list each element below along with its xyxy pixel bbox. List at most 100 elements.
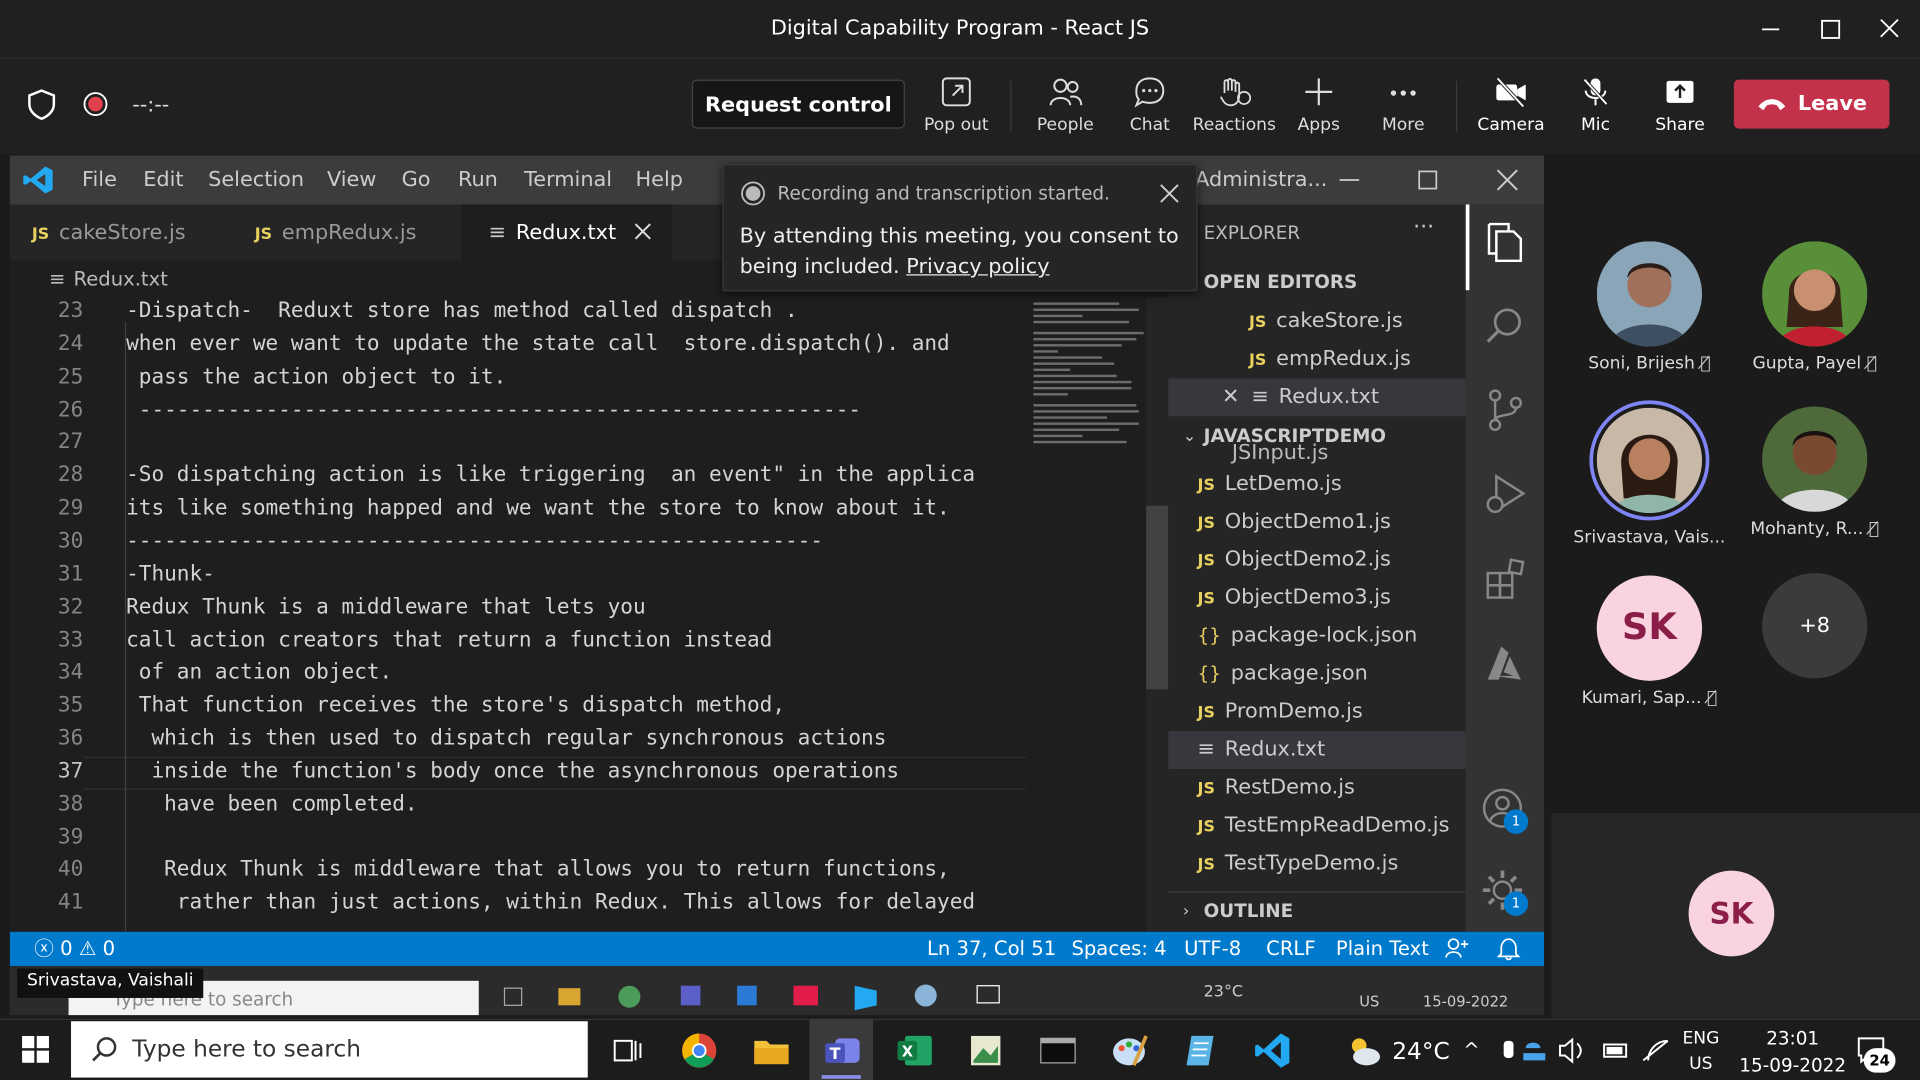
participant-tile[interactable]: Mohanty, R... 🎙̸ [1735,406,1894,539]
code-line[interactable]: That function receives the store's dispa… [126,693,785,717]
apps-button[interactable]: Apps [1276,71,1362,144]
editor-scrollbar[interactable] [1146,297,1169,932]
leave-button[interactable]: Leave [1733,79,1890,129]
file-item[interactable]: JS ObjectDemo2.js [1168,541,1466,579]
breadcrumb-file[interactable]: Redux.txt [73,267,167,290]
minimize-button[interactable] [1752,12,1789,46]
source-control-icon[interactable] [1485,388,1524,432]
mic-button[interactable]: Mic [1553,71,1639,144]
code-line[interactable]: -Thunk- [126,562,215,586]
problems-status[interactable]: ⓧ 0 ⚠ 0 [34,932,115,966]
file-item[interactable]: ≡ Redux.txt [1168,731,1466,769]
reactions-button[interactable]: Reactions [1191,71,1277,144]
participant-tile-speaking[interactable]: Srivastava, Vais... [1570,400,1729,547]
participant-tile[interactable]: Soni, Brijesh 🎙̸ [1570,241,1729,373]
open-editors-header[interactable]: OPEN EDITORS [1204,271,1358,293]
code-line[interactable]: rather than just actions, within Redux. … [126,891,975,915]
code-line[interactable]: -Dispatch- Reduxt store has method calle… [126,299,798,323]
open-editor-item[interactable]: JS cakeStore.js [1168,302,1466,340]
shield-icon[interactable] [27,88,56,121]
code-line[interactable]: have been completed. [126,792,417,816]
more-participants-button[interactable]: +8 [1735,573,1894,686]
menu-file[interactable]: File [82,168,117,192]
file-item[interactable]: JS ObjectDemo3.js [1168,579,1466,617]
camera-button[interactable]: Camera [1468,71,1554,144]
chrome-icon[interactable] [680,1031,719,1070]
cursor-position[interactable]: Ln 37, Col 51 [927,932,1056,966]
vscode-minimize-button[interactable] [1335,165,1364,194]
close-button[interactable] [1871,12,1908,46]
language-status[interactable]: Plain Text [1336,932,1429,966]
code-line[interactable]: inside the function's body once the asyn… [126,759,899,783]
file-item[interactable]: JS ObjectDemo1.js [1168,503,1466,541]
menu-selection[interactable]: Selection [208,168,304,192]
azure-icon[interactable] [1484,643,1526,685]
scrollbar-thumb[interactable] [1146,505,1169,690]
file-item[interactable]: JS PromDemo.js [1168,693,1466,731]
participant-tile[interactable]: SK Kumari, Sap... 🎙̸ [1570,575,1729,708]
tab-cakestore[interactable]: JS cakeStore.js [10,204,235,260]
encoding-status[interactable]: UTF-8 [1184,932,1241,966]
open-editor-item[interactable]: JS empRedux.js [1168,340,1466,378]
extensions-icon[interactable] [1484,557,1528,601]
run-debug-icon[interactable] [1484,471,1528,515]
share-button[interactable]: Share [1637,71,1723,144]
code-line[interactable]: call action creators that return a funct… [126,628,772,652]
menu-run[interactable]: Run [458,168,498,192]
toast-close-button[interactable] [1156,180,1183,207]
code-line[interactable]: its like something happed and we want th… [126,496,950,520]
more-button[interactable]: More [1360,71,1446,144]
code-line[interactable]: ----------------------------------------… [126,529,823,553]
windows-start-icon[interactable] [22,1035,49,1063]
terminal-icon[interactable] [1038,1031,1077,1070]
vscode-close-button[interactable] [1493,165,1522,194]
tray-icons[interactable] [1499,1036,1677,1065]
search-icon[interactable] [1484,305,1526,347]
menu-go[interactable]: Go [402,168,431,192]
paint-icon[interactable] [1109,1031,1148,1070]
file-item[interactable]: JS LetDemo.js [1168,465,1466,503]
file-item[interactable]: JS TestEmpReadDemo.js [1168,807,1466,845]
teams-icon[interactable]: T [823,1031,862,1070]
taskbar-clock[interactable]: 23:01 15-09-2022 [1736,1025,1849,1079]
outline-header[interactable]: › OUTLINE [1168,891,1466,929]
files-icon[interactable] [1484,222,1526,266]
menu-terminal[interactable]: Terminal [524,168,612,192]
weather-temp[interactable]: 24°C [1392,1038,1449,1065]
file-explorer-icon[interactable] [752,1031,791,1070]
popout-button[interactable]: Pop out [913,71,999,144]
photo-viewer-icon[interactable] [966,1031,1005,1070]
request-control-button[interactable]: Request control [691,79,905,129]
file-item[interactable]: JS TestTypeDemo.js [1168,845,1466,883]
eol-status[interactable]: CRLF [1266,932,1315,966]
file-item-partial[interactable]: JSInput.js [1168,441,1466,467]
code-line[interactable]: which is then used to dispatch regular s… [126,726,886,750]
notifications-bell-icon[interactable] [1496,937,1521,961]
indentation-status[interactable]: Spaces: 4 [1071,932,1166,966]
tab-empredux[interactable]: JS empRedux.js [235,204,462,260]
notepad-icon[interactable] [1182,1031,1221,1070]
file-item[interactable]: JS RestDemo.js [1168,769,1466,807]
code-line[interactable]: ----------------------------------------… [126,397,861,421]
language-indicator[interactable]: ENG US [1682,1026,1719,1077]
participant-tile[interactable]: Gupta, Payel 🎙̸ [1735,241,1894,373]
code-line[interactable]: -So dispatching action is like triggerin… [126,463,975,487]
code-line[interactable]: Redux Thunk is a middleware that lets yo… [126,595,646,619]
menu-help[interactable]: Help [636,168,683,192]
menu-view[interactable]: View [327,168,376,192]
code-line[interactable]: when ever we want to update the state ca… [126,332,950,356]
vscode-maximize-button[interactable] [1413,165,1442,194]
maximize-button[interactable] [1812,12,1849,46]
vscode-taskbar-icon[interactable] [1253,1031,1292,1070]
feedback-icon[interactable] [1445,937,1469,961]
close-icon[interactable]: ✕ [1222,378,1239,416]
tray-chevron-icon[interactable]: ^ [1463,1038,1479,1061]
task-view-icon[interactable] [607,1031,646,1070]
excel-icon[interactable]: X [895,1031,934,1070]
file-item[interactable]: {} package-lock.json [1168,617,1466,655]
minimap[interactable] [1026,297,1147,932]
tab-close-icon[interactable] [633,204,653,260]
chat-button[interactable]: Chat [1107,71,1193,144]
file-item[interactable]: {} package.json [1168,655,1466,693]
code-line[interactable]: of an action object. [126,660,392,684]
